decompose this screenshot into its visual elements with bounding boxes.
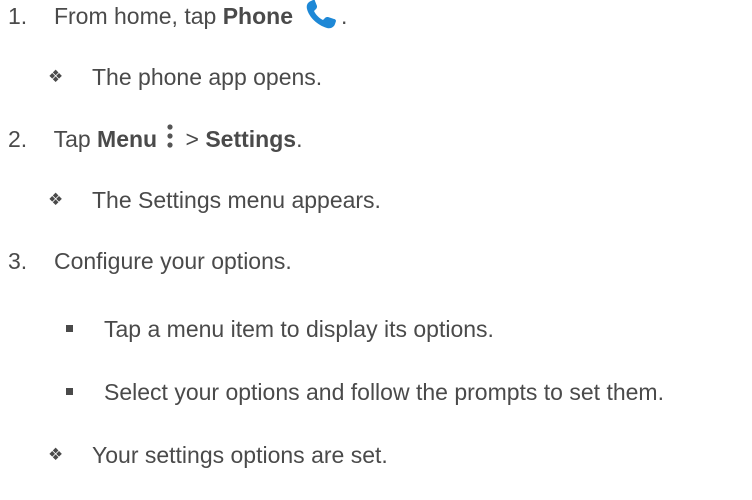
step-2: 2. Tap Menu > Settings. <box>8 122 303 156</box>
bullet-square-icon <box>66 325 73 332</box>
result-3: Your settings options are set. <box>92 442 388 468</box>
step-text-mid: > <box>179 126 206 152</box>
phone-icon <box>301 0 341 29</box>
step-text-end: . <box>296 126 303 152</box>
step-3: 3. Configure your options. <box>8 247 292 275</box>
result-2: The Settings menu appears. <box>92 187 381 213</box>
step-text-end: . <box>340 3 348 29</box>
step-text: Tap <box>53 126 98 152</box>
step-text: Configure your options. <box>53 248 292 274</box>
step-number: 3. <box>8 248 28 274</box>
result-1: The phone app opens. <box>92 64 323 90</box>
menu-label: Menu <box>97 126 158 152</box>
result-diamond-icon: ❖ <box>48 67 64 87</box>
result-diamond-icon: ❖ <box>48 445 64 465</box>
step-1: 1. From home, tap Phone . <box>8 0 348 33</box>
bullet-1: Tap a menu item to display its options. <box>104 316 494 342</box>
step-number: 2. <box>8 126 28 152</box>
bullet-2: Select your options and follow the promp… <box>104 379 664 405</box>
phone-label: Phone <box>222 3 293 29</box>
step-text: From home, tap <box>53 3 223 29</box>
settings-label: Settings <box>205 126 297 152</box>
step-number: 1. <box>8 3 28 29</box>
result-diamond-icon: ❖ <box>48 190 64 210</box>
more-vertical-icon <box>161 122 179 152</box>
bullet-square-icon <box>66 388 73 395</box>
